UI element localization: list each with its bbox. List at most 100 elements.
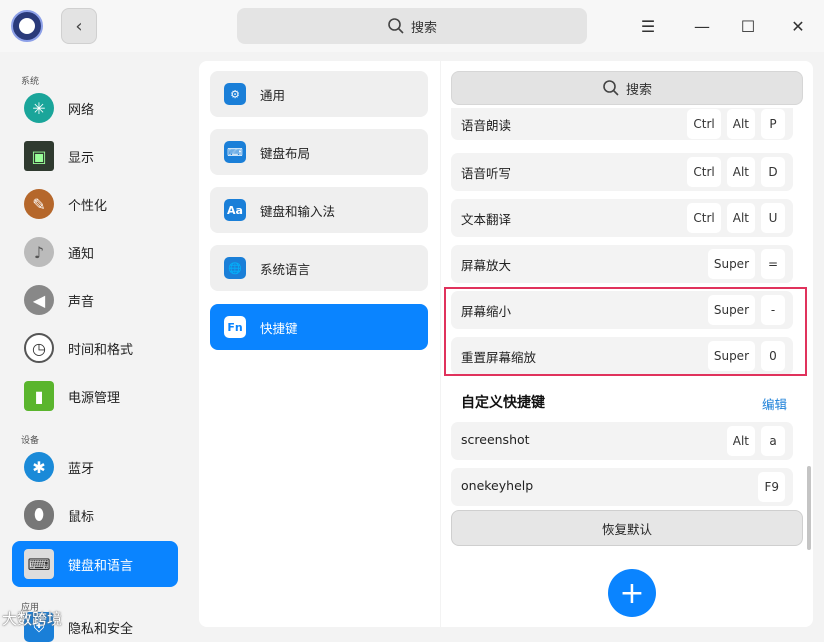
key-cap: D: [761, 157, 785, 187]
sidebar-item-label: 键盘和语言: [68, 558, 134, 574]
key-cap: F9: [758, 472, 785, 502]
shortcut-row-zoom-in[interactable]: 屏幕放大 Super =: [451, 245, 793, 283]
sidebar-item-personalization[interactable]: ✎ 个性化: [12, 181, 178, 227]
sidebar-item-label: 网络: [68, 102, 95, 118]
sidebar-item-label: 个性化: [68, 198, 108, 214]
menu-item-input-method[interactable]: Aa 键盘和输入法: [210, 187, 428, 233]
highlight-box: [444, 287, 807, 376]
globe-icon: 🌐: [224, 257, 246, 279]
menu-item-label: 系统语言: [260, 261, 311, 277]
shortcut-label: screenshot: [461, 432, 530, 447]
top-search-placeholder: 搜索: [410, 20, 437, 36]
sidebar-item-label: 隐私和安全: [68, 621, 134, 637]
gear-icon: ⚙: [224, 83, 246, 105]
bluetooth-icon: ✱: [24, 452, 54, 482]
sidebar-item-time-format[interactable]: ◷ 时间和格式: [12, 325, 178, 371]
sidebar-item-label: 鼠标: [68, 509, 95, 525]
search-icon: [603, 80, 619, 96]
sidebar-item-sound[interactable]: ◀ 声音: [12, 277, 178, 323]
keyboard-icon: ⌨: [24, 549, 54, 579]
sidebar-item-label: 蓝牙: [68, 461, 95, 477]
plus-icon: +: [619, 575, 645, 611]
back-button[interactable]: ‹: [61, 8, 97, 44]
menu-item-shortcuts[interactable]: Fn 快捷键: [210, 304, 428, 350]
shortcut-row-read-aloud[interactable]: 语音朗读 Ctrl Alt P: [451, 108, 793, 140]
sidebar-item-label: 通知: [68, 246, 95, 262]
battery-icon: ▮: [24, 381, 54, 411]
fn-key-icon: Fn: [224, 316, 246, 338]
shortcut-label: 语音听写: [461, 166, 512, 181]
sidebar-item-label: 声音: [68, 294, 95, 310]
key-cap: a: [761, 426, 785, 456]
palette-icon: ✎: [24, 189, 54, 219]
sidebar-item-power[interactable]: ▮ 电源管理: [12, 373, 178, 419]
key-cap: U: [761, 203, 785, 233]
custom-shortcuts-title: 自定义快捷键: [461, 395, 545, 411]
key-cap: Alt: [726, 109, 755, 139]
clock-icon: ◷: [24, 333, 54, 363]
sidebar-item-network[interactable]: ✳ 网络: [12, 85, 178, 131]
sidebar-item-label: 时间和格式: [68, 342, 134, 358]
keyboard-icon: ⌨: [224, 141, 246, 163]
sidebar-item-notification[interactable]: ♪ 通知: [12, 229, 178, 275]
menu-item-keyboard-layout[interactable]: ⌨ 键盘布局: [210, 129, 428, 175]
sidebar-item-label: 显示: [68, 150, 95, 166]
sidebar-item-bluetooth[interactable]: ✱ 蓝牙: [12, 444, 178, 490]
shortcut-row-dictation[interactable]: 语音听写 Ctrl Alt D: [451, 153, 793, 191]
title-bar: ‹ 搜索 ☰ — ☐ ✕: [0, 0, 824, 52]
maximize-button[interactable]: ☐: [734, 12, 762, 40]
speaker-icon: ◀: [24, 285, 54, 315]
sidebar-item-mouse[interactable]: ⬮ 鼠标: [12, 492, 178, 538]
key-cap: Super: [707, 249, 755, 279]
shortcut-label: 文本翻译: [461, 212, 512, 227]
restore-default-button[interactable]: 恢复默认: [451, 510, 803, 546]
key-cap: Ctrl: [687, 157, 721, 187]
shortcut-label: 语音朗读: [461, 118, 512, 133]
minimize-button[interactable]: —: [688, 12, 716, 40]
shortcut-label: onekeyhelp: [461, 478, 534, 493]
key-cap: Ctrl: [687, 109, 721, 139]
menu-item-general[interactable]: ⚙ 通用: [210, 71, 428, 117]
menu-icon: ☰: [640, 16, 656, 36]
edit-link[interactable]: 编辑: [762, 394, 787, 413]
key-cap: P: [761, 109, 785, 139]
bell-icon: ♪: [24, 237, 54, 267]
key-cap: Ctrl: [687, 203, 721, 233]
add-shortcut-button[interactable]: +: [608, 569, 656, 617]
key-cap: Alt: [726, 426, 755, 456]
menu-item-system-language[interactable]: 🌐 系统语言: [210, 245, 428, 291]
chevron-left-icon: ‹: [75, 15, 83, 37]
shortcut-search-placeholder: 搜索: [625, 82, 652, 98]
menu-item-label: 键盘布局: [260, 145, 311, 161]
sidebar-item-display[interactable]: ▣ 显示: [12, 133, 178, 179]
custom-shortcut-row-onekeyhelp[interactable]: onekeyhelp F9: [451, 468, 793, 506]
sidebar: 系统 ✳ 网络 ▣ 显示 ✎ 个性化 ♪ 通知 ◀ 声音 ◷ 时间和格式 ▮ 电…: [0, 52, 190, 642]
close-button[interactable]: ✕: [784, 12, 812, 40]
shortcut-search-input[interactable]: 搜索: [451, 71, 803, 105]
maximize-icon: ☐: [740, 16, 756, 36]
app-logo-icon: [11, 10, 43, 42]
sidebar-item-keyboard-language[interactable]: ⌨ 键盘和语言: [12, 541, 178, 587]
custom-shortcut-row-screenshot[interactable]: screenshot Alt a: [451, 422, 793, 460]
menu-button[interactable]: ☰: [634, 12, 662, 40]
input-method-icon: Aa: [224, 199, 246, 221]
shortcut-row-translate[interactable]: 文本翻译 Ctrl Alt U: [451, 199, 793, 237]
menu-item-label: 通用: [260, 87, 286, 103]
close-icon: ✕: [791, 16, 805, 36]
menu-item-label: 快捷键: [260, 320, 298, 336]
keyboard-menu-panel: ⚙ 通用 ⌨ 键盘布局 Aa 键盘和输入法 🌐 系统语言 Fn 快捷键: [199, 61, 440, 627]
mouse-icon: ⬮: [24, 500, 54, 530]
network-icon: ✳: [24, 93, 54, 123]
minimize-icon: —: [694, 16, 710, 36]
top-search-input[interactable]: 搜索: [237, 8, 587, 44]
display-icon: ▣: [24, 141, 54, 171]
scrollbar[interactable]: [807, 466, 811, 550]
search-icon: [388, 18, 404, 34]
watermark: 大数跨境: [2, 610, 63, 628]
key-cap: Alt: [726, 157, 755, 187]
key-cap: =: [761, 249, 785, 279]
key-cap: Alt: [726, 203, 755, 233]
menu-item-label: 键盘和输入法: [260, 203, 336, 219]
sidebar-item-label: 电源管理: [68, 390, 121, 406]
shortcut-label: 屏幕放大: [461, 258, 512, 273]
